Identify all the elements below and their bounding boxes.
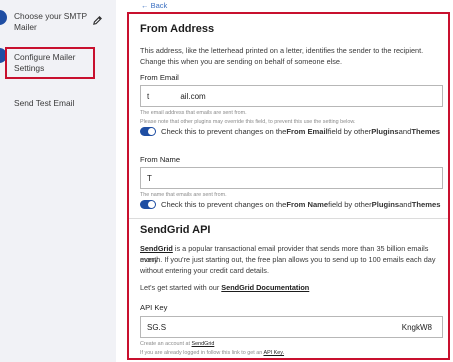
toggle-knob <box>148 128 155 135</box>
step-label: Choose your SMTP Mailer <box>14 11 87 32</box>
toggle-knob <box>148 201 155 208</box>
get-api-key-line: If you are already logged in follow this… <box>140 349 284 357</box>
api-key-end: KngkW8 <box>401 323 432 332</box>
create-prefix: Create an account at <box>140 341 192 347</box>
from-name-label: From Name <box>140 155 181 164</box>
back-link[interactable]: ← Back <box>141 1 167 10</box>
section-divider <box>129 218 448 219</box>
force-from-email-toggle[interactable] <box>140 127 156 136</box>
step-send-test-email[interactable]: Send Test Email <box>0 98 116 112</box>
api-key-label: API Key <box>140 303 168 312</box>
from-email-override-note: Please note that other plugins may overr… <box>140 119 356 125</box>
force-from-name-toggle[interactable] <box>140 200 156 209</box>
api-key-start: SG.S <box>147 323 167 332</box>
current-step-highlight <box>5 47 95 79</box>
sendgrid-description-line-3: without entering your credit card detail… <box>140 266 269 275</box>
sendgrid-heading: SendGrid API <box>140 224 211 236</box>
api-key-input[interactable]: SG.S KngkW8 <box>140 316 443 338</box>
toggle-text-and: and <box>399 200 412 209</box>
toggle-text-mid: field by other <box>327 127 372 136</box>
sendgrid-docs-line: Let's get started with our SendGrid Docu… <box>140 282 442 293</box>
force-from-email-row: Check this to prevent changes on the Fro… <box>140 127 440 136</box>
mailer-settings-panel: From Address This address, like the lett… <box>127 12 450 360</box>
from-name-help: The name that emails are sent from. <box>140 192 227 198</box>
docs-prefix: Let's get started with our <box>140 283 222 292</box>
force-from-name-row: Check this to prevent changes on the Fro… <box>140 200 440 209</box>
from-email-input[interactable] <box>140 85 443 107</box>
step-choose-mailer[interactable]: Choose your SMTP Mailer <box>0 10 116 36</box>
toggle-text-plugins: Plugins <box>371 127 399 136</box>
sendgrid-link[interactable]: SendGrid <box>140 244 173 253</box>
from-address-heading: From Address <box>140 23 215 35</box>
toggle-text-field: From Name <box>286 200 329 209</box>
from-name-input[interactable] <box>140 167 443 189</box>
from-address-description: This address, like the letterhead printe… <box>140 46 424 66</box>
from-email-help: The email address that emails are sent f… <box>140 110 247 116</box>
toggle-text-field: From Email <box>286 127 328 136</box>
api-key-prefix: If you are already logged in follow this… <box>140 350 264 356</box>
sendgrid-description-line-2: month. If you're just starting out, the … <box>140 255 436 264</box>
toggle-text-mid: field by other <box>328 200 372 209</box>
toggle-text-pre: Check this to prevent changes on the <box>161 200 287 209</box>
toggle-text-plugins: Plugins <box>371 200 400 209</box>
create-account-line: Create an account at SendGrid <box>140 340 214 348</box>
toggle-text-pre: Check this to prevent changes on the <box>161 127 287 136</box>
create-account-link[interactable]: SendGrid <box>192 341 215 347</box>
toggle-text-themes: Themes <box>411 127 441 136</box>
step-complete-indicator <box>0 10 7 25</box>
from-email-label: From Email <box>140 73 179 82</box>
pencil-edit-icon[interactable] <box>92 15 103 26</box>
toggle-text-and: and <box>398 127 412 136</box>
toggle-text-themes: Themes <box>411 200 441 209</box>
step-label: Send Test Email <box>14 98 75 108</box>
sendgrid-docs-link[interactable]: SendGrid Documentation <box>221 283 309 292</box>
get-api-key-link[interactable]: API Key. <box>263 350 284 356</box>
